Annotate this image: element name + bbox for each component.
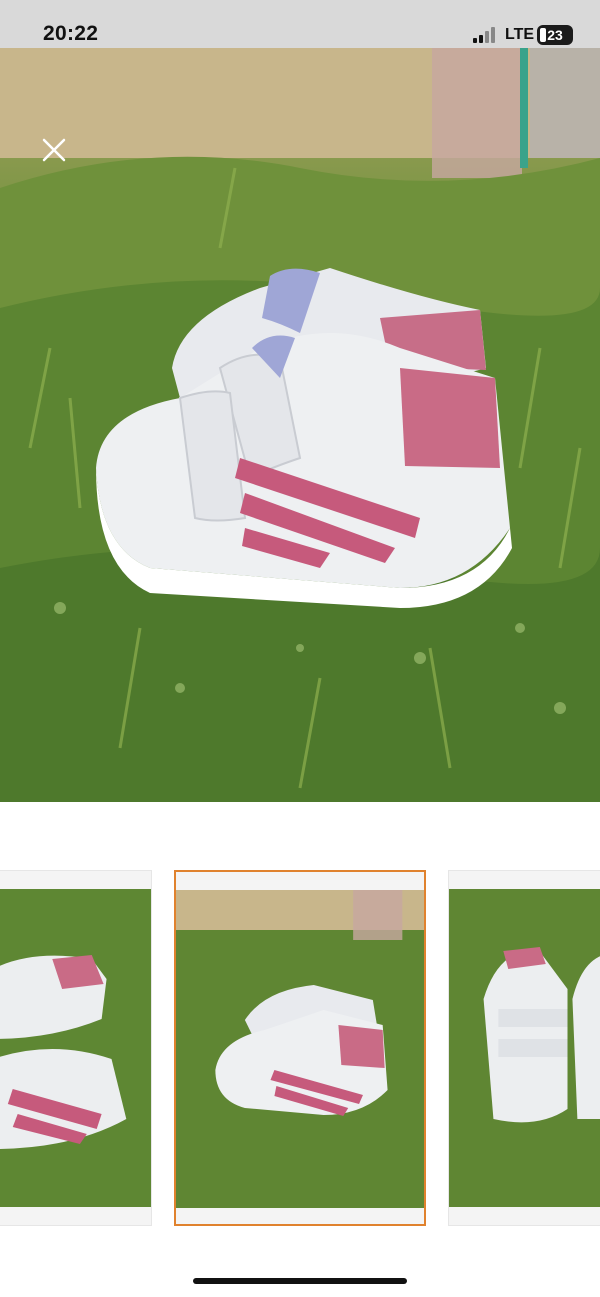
thumbnail-2-image [176,890,424,1208]
thumbnail-3-image [449,889,600,1207]
signal-icon [473,27,495,43]
thumbnail-1[interactable] [0,870,152,1226]
main-photo-illustration [0,48,600,802]
battery-icon: 23 [537,25,573,45]
status-bar: 20:22 LTE 23 [0,0,600,48]
network-label: LTE [505,26,535,43]
main-photo [0,48,600,802]
home-indicator[interactable] [193,1278,407,1284]
thumbnail-2[interactable] [174,870,426,1226]
battery-level: 23 [547,27,563,43]
thumbnail-strip [0,870,600,1228]
thumbnail-1-image [0,889,151,1207]
thumbnail-3[interactable] [448,870,600,1226]
close-icon[interactable] [38,134,70,166]
status-time: 20:22 [43,22,99,45]
